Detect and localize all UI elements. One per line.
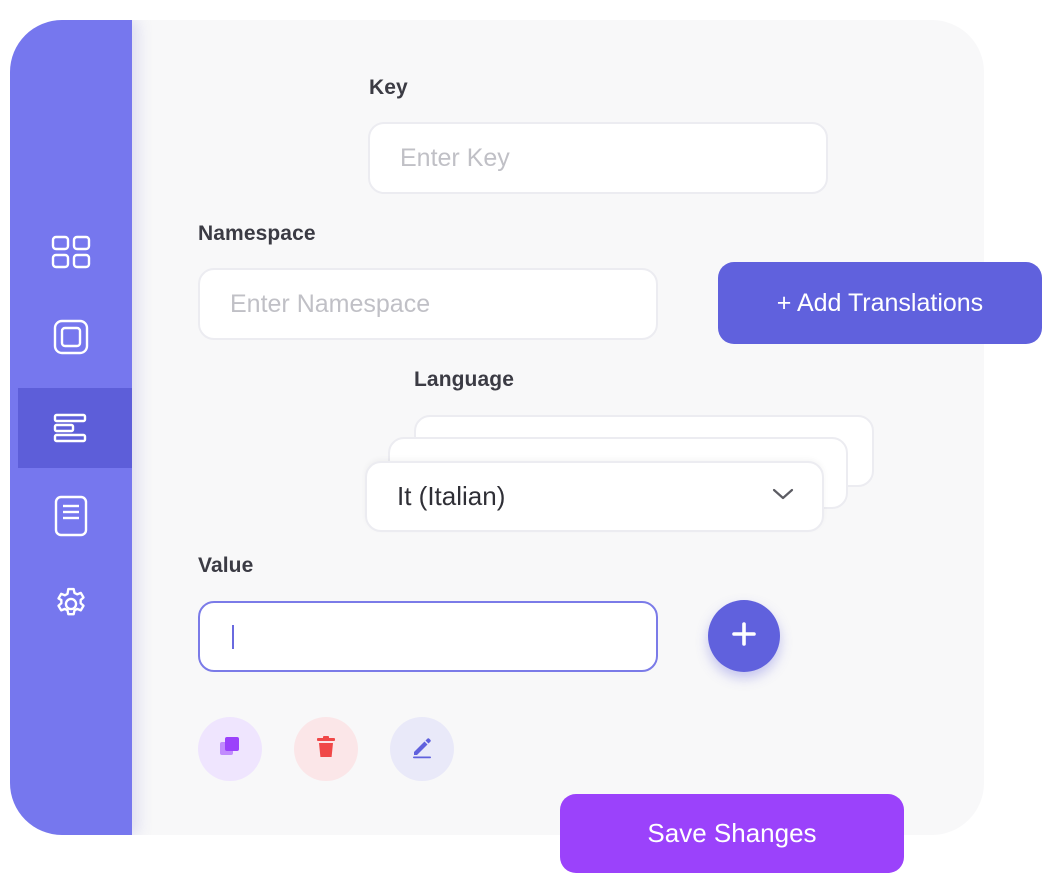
save-changes-button[interactable]: Save Shanges: [560, 794, 904, 873]
language-select[interactable]: It (Italian): [365, 461, 824, 532]
square-icon: [53, 319, 89, 355]
plus-icon: [731, 621, 757, 652]
chevron-down-icon: [772, 487, 794, 506]
sidebar-item-translations[interactable]: [18, 388, 132, 468]
trash-icon: [316, 735, 336, 763]
sidebar-item-frames[interactable]: [10, 297, 132, 377]
sidebar-item-settings[interactable]: [10, 564, 132, 644]
key-input[interactable]: [368, 122, 828, 194]
value-label: Value: [198, 554, 254, 577]
language-selected: It (Italian): [397, 481, 506, 511]
edit-button[interactable]: [390, 717, 454, 781]
add-translations-button[interactable]: + Add Translations: [718, 262, 1042, 344]
namespace-label: Namespace: [198, 222, 316, 245]
sidebar: [10, 20, 132, 835]
translation-editor: Key Namespace + Add Translations Languag…: [0, 0, 1042, 873]
pencil-icon: [410, 735, 434, 764]
copy-icon: [219, 736, 241, 763]
namespace-input[interactable]: [198, 268, 658, 340]
value-input[interactable]: [198, 601, 658, 672]
language-label: Language: [414, 368, 514, 391]
list-icon: [53, 413, 89, 443]
gear-icon: [52, 585, 90, 623]
delete-button[interactable]: [294, 717, 358, 781]
sidebar-item-dashboard[interactable]: [10, 212, 132, 292]
add-value-button[interactable]: [708, 600, 780, 672]
sidebar-item-documents[interactable]: [10, 476, 132, 556]
document-icon: [54, 495, 88, 537]
copy-button[interactable]: [198, 717, 262, 781]
grid-icon: [51, 235, 91, 269]
text-caret: [232, 624, 234, 649]
key-label: Key: [369, 76, 408, 99]
